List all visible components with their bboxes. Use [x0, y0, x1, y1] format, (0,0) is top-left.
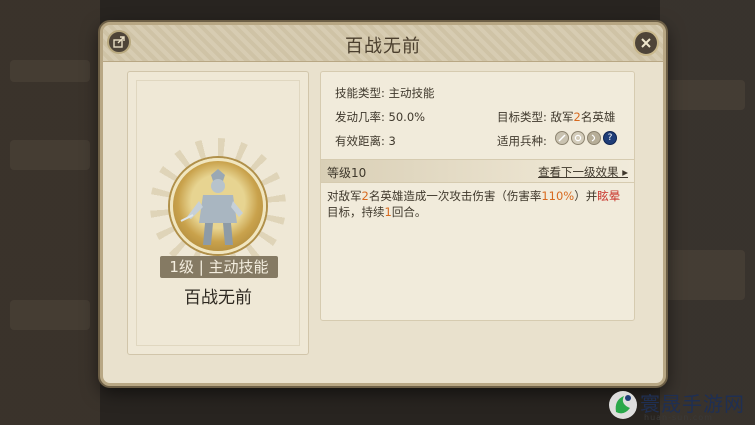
desc-text: 对敌军: [327, 189, 362, 203]
desc-status-effect: 眩晕: [597, 189, 621, 203]
target-type-suffix: 名英雄: [580, 110, 616, 124]
warrior-icon: [180, 169, 243, 245]
close-icon: [641, 38, 651, 48]
desc-text: 名英雄造成一次攻击伤害（伤害率: [368, 189, 542, 203]
background-tile: [665, 80, 745, 110]
skill-level: 等级10: [327, 166, 367, 180]
watermark-url: huan-sun.com: [644, 413, 713, 422]
level-bar: 等级10 查看下一级效果 ▸: [321, 159, 634, 183]
view-next-level-link[interactable]: 查看下一级效果 ▸: [538, 164, 628, 180]
cavalry-icon[interactable]: [555, 131, 569, 145]
desc-duration: 1: [384, 205, 392, 219]
desc-text: 回合。: [391, 205, 427, 219]
title-bar: 百战无前: [103, 25, 663, 62]
close-button[interactable]: [633, 30, 659, 56]
skill-level-badge: 1级 | 主动技能: [160, 256, 278, 278]
troop-icons: ?: [555, 131, 617, 145]
question-icon[interactable]: ?: [603, 131, 617, 145]
background-tile: [10, 140, 90, 170]
site-watermark: 寰晟手游网 huan-sun.com: [604, 386, 754, 424]
dialog-title: 百战无前: [345, 36, 421, 57]
desc-text: 目标，持续: [327, 205, 385, 219]
target-type-prefix: 目标类型: 敌军: [497, 110, 574, 124]
skill-description: 对敌军2名英雄造成一次攻击伤害（伤害率110%）并眩晕目标，持续1回合。: [327, 188, 627, 220]
desc-target-count: 2: [361, 189, 369, 203]
watermark-logo-icon: [609, 391, 637, 419]
effective-range: 有效距离: 3: [335, 134, 396, 148]
shield-icon[interactable]: [571, 131, 585, 145]
desc-damage-rate: 110%: [541, 189, 575, 203]
skill-name: 百战无前: [184, 288, 252, 308]
skill-medal: [170, 158, 266, 254]
trigger-rate: 发动几率: 50.0%: [335, 110, 426, 124]
skill-portrait-panel: 1级 | 主动技能 百战无前: [127, 71, 309, 355]
target-count: 2: [573, 110, 581, 124]
skill-dialog: 百战无前 1级 | 主动技能 百战无前 技能类型: 主动技能 发动几率: 50.…: [100, 22, 666, 386]
desc-text: ）并: [574, 189, 598, 203]
target-type: 目标类型: 敌军2名英雄: [497, 109, 615, 125]
skill-details-panel: 技能类型: 主动技能 发动几率: 50.0% 目标类型: 敌军2名英雄 有效距离…: [320, 71, 635, 321]
background-tile: [10, 60, 90, 82]
background-tile: [665, 250, 745, 300]
troop-types-label: 适用兵种:: [497, 134, 547, 148]
archer-icon[interactable]: [587, 131, 601, 145]
skill-type: 技能类型: 主动技能: [335, 86, 435, 100]
background-tile: [10, 300, 90, 330]
